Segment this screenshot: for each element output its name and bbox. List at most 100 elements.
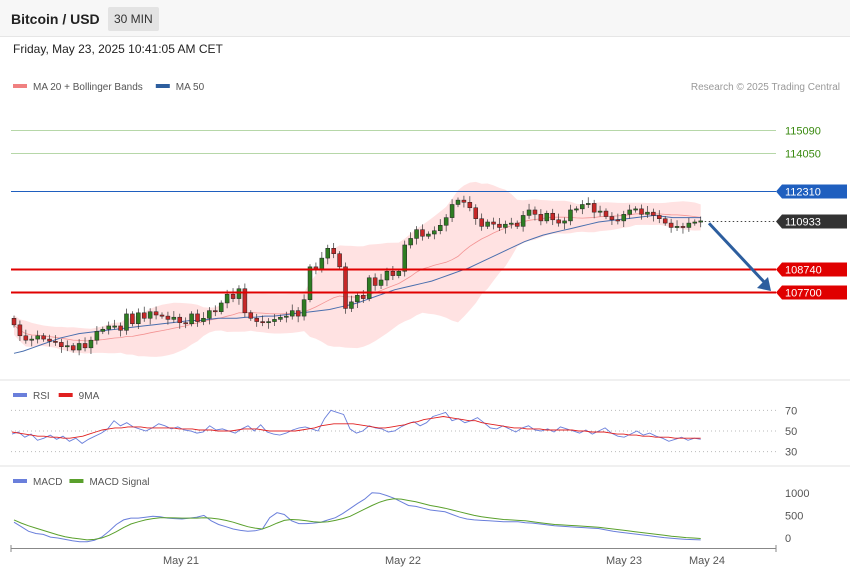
candle-body [189,313,194,325]
legend-label-ma50: MA 50 [176,82,205,93]
candle-body [11,318,17,326]
candle-body [479,218,484,227]
legend-swatch-macd-signal [69,479,84,483]
candle-body [556,219,561,224]
candle-body [35,335,40,340]
candle-body [124,313,129,331]
legend-label-macd-signal: MACD Signal [89,477,149,488]
level-label-112310: 112310 [785,187,821,199]
candle-body [147,311,153,319]
candle-body [23,335,29,341]
time-tick-label: May 24 [689,555,725,567]
forecast-arrow-shaft [707,222,769,287]
candle-body [437,225,443,231]
legend-swatch-ma50 [155,84,170,88]
candle-body [503,223,508,228]
chart-canvas: MA 20 + Bollinger Bands MA 50 Research © 2… [0,82,850,567]
legend-swatch-ma20 [13,84,27,88]
candle-body [289,310,295,317]
candle-body [141,312,147,319]
candle-body [674,226,680,228]
macd-tick-1000: 1000 [785,488,809,500]
candle-body [278,316,283,320]
time-tick-label: May 23 [606,555,642,567]
rsi-tick-70: 70 [785,405,797,417]
candle [313,262,319,275]
macd-tick-0: 0 [785,533,791,545]
legend-label-ma20: MA 20 + Bollinger Bands [33,82,143,93]
candle-body [526,209,532,216]
credit-text: Research © 2025 Trading Central [691,82,840,93]
candle-body [165,315,171,320]
candle-body [47,338,52,342]
candle-body [254,318,259,322]
candle-body [651,211,656,216]
candle-body [532,209,538,215]
candle-body [657,215,662,219]
candle-body [201,318,206,322]
candle-body [319,257,325,270]
candle-body [461,199,467,203]
level-label-110933: 110933 [785,217,821,229]
candle-body [509,222,514,225]
legend-swatch-rsi-ma [58,393,73,397]
candle-body [284,315,289,318]
candle-body [171,316,177,320]
candle-body [686,222,692,228]
candle-body [248,312,254,319]
candle-body [177,316,183,323]
rsi-line [11,409,701,444]
level-label-107700: 107700 [785,288,822,300]
candle-body [485,221,490,227]
legend-swatch-macd [13,479,27,483]
candle-body [29,338,35,341]
level-label-108740: 108740 [785,265,822,277]
candle-body [609,216,615,221]
candle-body [130,313,135,325]
candle [242,283,248,318]
candle-body [100,328,106,332]
candle-body [455,199,461,205]
candle-body [82,343,88,349]
candle-body [195,313,200,322]
candle-body [473,207,479,219]
candle-body [426,233,431,237]
time-tick-label: May 21 [163,555,199,567]
candle-body [645,211,650,215]
candle-body [65,345,70,348]
candle-body [349,301,354,309]
candle [402,240,407,277]
candle-body [183,322,188,325]
candle-body [224,293,230,304]
candle-body [331,248,336,254]
candle-body [17,324,23,337]
candle-body [538,214,544,222]
macd-line [13,492,701,543]
candle-body [218,302,224,312]
candle-body [159,314,165,317]
candle-body [366,277,372,299]
candle-body [59,342,64,347]
candle-body [272,319,277,322]
candle-body [597,210,603,213]
candle-body [432,230,437,235]
candle-body [396,270,402,276]
candle-body [627,209,632,215]
candle-body [568,209,573,222]
candle [337,251,342,270]
rsi-tick-50: 50 [785,426,797,438]
candle-body [402,244,407,272]
level-label-114050: 114050 [785,149,821,161]
candle-body [698,220,703,223]
candle-body [580,204,585,210]
candle-body [153,311,159,316]
candle-body [136,312,141,325]
rsi-tick-30: 30 [785,447,797,459]
candle-body [390,270,396,276]
candle-body [467,202,473,209]
candle-body [301,299,307,317]
candle [366,275,372,302]
macd-tick-500: 500 [785,510,803,522]
candle-body [420,229,425,237]
candle-body [603,210,609,217]
